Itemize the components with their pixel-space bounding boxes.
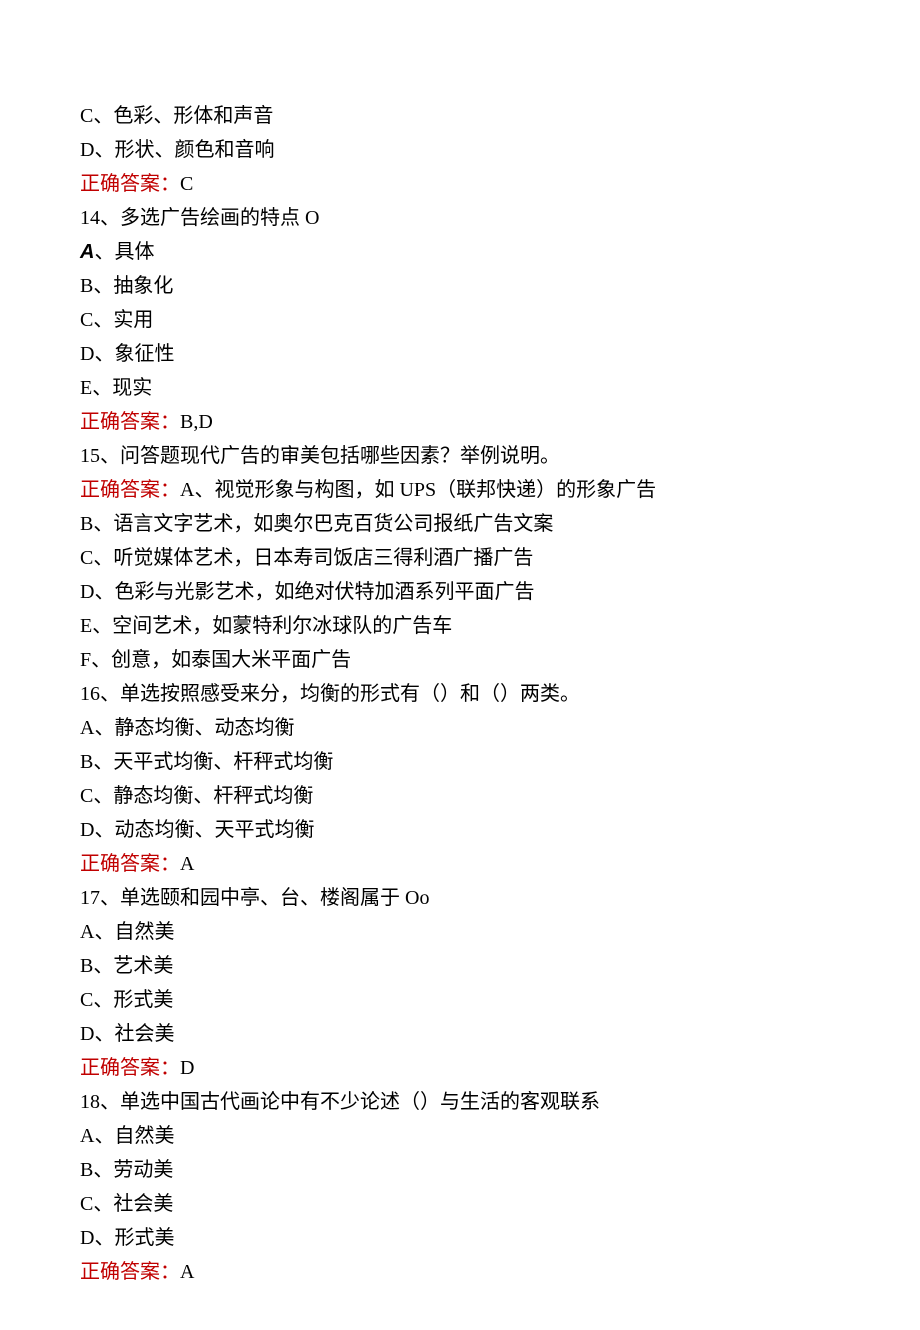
line-text: D、形式美 (80, 1227, 174, 1249)
line-text: 18、单选中国古代画论中有不少论述（）与生活的客观联系 (80, 1091, 600, 1113)
text-line: B、劳动美 (80, 1154, 840, 1186)
text-line: 15、问答题现代广告的审美包括哪些因素？举例说明。 (80, 440, 840, 472)
option-text: 、具体 (94, 241, 154, 263)
text-line: C、形式美 (80, 984, 840, 1016)
line-text: E、空间艺术，如蒙特利尔冰球队的广告车 (80, 615, 452, 637)
line-text: B、艺术美 (80, 955, 173, 977)
line-text: D、社会美 (80, 1023, 174, 1045)
line-text: C、听觉媒体艺术，日本寿司饭店三得利酒广播广告 (80, 547, 533, 569)
option-prefix: A (80, 241, 94, 263)
text-line: B、语言文字艺术，如奥尔巴克百货公司报纸广告文案 (80, 508, 840, 540)
line-text: B、抽象化 (80, 275, 173, 297)
line-text: 17、单选颐和园中亭、台、楼阁属于 Oo (80, 887, 429, 909)
text-line: 16、单选按照感受来分，均衡的形式有（）和（）两类。 (80, 678, 840, 710)
text-line: D、形状、颜色和音响 (80, 134, 840, 166)
text-line: 17、单选颐和园中亭、台、楼阁属于 Oo (80, 882, 840, 914)
text-line: D、色彩与光影艺术，如绝对伏特加酒系列平面广告 (80, 576, 840, 608)
line-text: D、象征性 (80, 343, 174, 365)
line-text: D、动态均衡、天平式均衡 (80, 819, 314, 841)
line-text: C、实用 (80, 309, 153, 331)
line-text: A、静态均衡、动态均衡 (80, 717, 294, 739)
text-line: C、静态均衡、杆秤式均衡 (80, 780, 840, 812)
text-line: B、天平式均衡、杆秤式均衡 (80, 746, 840, 778)
text-line: A、自然美 (80, 1120, 840, 1152)
text-line: D、象征性 (80, 338, 840, 370)
answer-label: 正确答案： (80, 1261, 180, 1283)
text-line: B、抽象化 (80, 270, 840, 302)
text-line: 18、单选中国古代画论中有不少论述（）与生活的客观联系 (80, 1086, 840, 1118)
line-text: E、现实 (80, 377, 152, 399)
answer-label: 正确答案： (80, 173, 180, 195)
text-line: 正确答案：C (80, 168, 840, 200)
line-text: A、自然美 (80, 1125, 174, 1147)
text-line: 14、多选广告绘画的特点 O (80, 202, 840, 234)
line-text: C、静态均衡、杆秤式均衡 (80, 785, 313, 807)
text-line: 正确答案：D (80, 1052, 840, 1084)
text-line: A、自然美 (80, 916, 840, 948)
answer-label: 正确答案： (80, 853, 180, 875)
text-line: 正确答案：A (80, 848, 840, 880)
text-line: D、动态均衡、天平式均衡 (80, 814, 840, 846)
line-text: 15、问答题现代广告的审美包括哪些因素？举例说明。 (80, 445, 560, 467)
line-text: B、劳动美 (80, 1159, 173, 1181)
text-line: A、具体 (80, 236, 840, 268)
document-content: C、色彩、形体和声音D、形状、颜色和音响正确答案：C14、多选广告绘画的特点 O… (80, 100, 840, 1288)
answer-label: 正确答案： (80, 1057, 180, 1079)
line-text: C、色彩、形体和声音 (80, 105, 273, 127)
text-line: C、色彩、形体和声音 (80, 100, 840, 132)
text-line: B、艺术美 (80, 950, 840, 982)
line-text: 16、单选按照感受来分，均衡的形式有（）和（）两类。 (80, 683, 580, 705)
text-line: 正确答案：B,D (80, 406, 840, 438)
answer-label: 正确答案： (80, 479, 180, 501)
text-line: C、听觉媒体艺术，日本寿司饭店三得利酒广播广告 (80, 542, 840, 574)
line-text: D、色彩与光影艺术，如绝对伏特加酒系列平面广告 (80, 581, 534, 603)
answer-value: C (180, 173, 193, 195)
text-line: F、创意，如泰国大米平面广告 (80, 644, 840, 676)
text-line: E、空间艺术，如蒙特利尔冰球队的广告车 (80, 610, 840, 642)
text-line: D、社会美 (80, 1018, 840, 1050)
line-text: D、形状、颜色和音响 (80, 139, 274, 161)
line-text: F、创意，如泰国大米平面广告 (80, 649, 351, 671)
text-line: C、实用 (80, 304, 840, 336)
answer-value: A (180, 853, 194, 875)
text-line: E、现实 (80, 372, 840, 404)
text-line: 正确答案：A、视觉形象与构图，如 UPS（联邦快递）的形象广告 (80, 474, 840, 506)
line-text: A、自然美 (80, 921, 174, 943)
text-line: D、形式美 (80, 1222, 840, 1254)
line-text: B、语言文字艺术，如奥尔巴克百货公司报纸广告文案 (80, 513, 553, 535)
line-text: C、形式美 (80, 989, 173, 1011)
answer-value: B,D (180, 411, 213, 433)
text-line: 正确答案：A (80, 1256, 840, 1288)
answer-value: A、视觉形象与构图，如 UPS（联邦快递）的形象广告 (180, 479, 656, 501)
answer-label: 正确答案： (80, 411, 180, 433)
answer-value: A (180, 1261, 194, 1283)
answer-value: D (180, 1057, 194, 1079)
text-line: A、静态均衡、动态均衡 (80, 712, 840, 744)
line-text: 14、多选广告绘画的特点 O (80, 207, 319, 229)
line-text: B、天平式均衡、杆秤式均衡 (80, 751, 333, 773)
line-text: C、社会美 (80, 1193, 173, 1215)
text-line: C、社会美 (80, 1188, 840, 1220)
